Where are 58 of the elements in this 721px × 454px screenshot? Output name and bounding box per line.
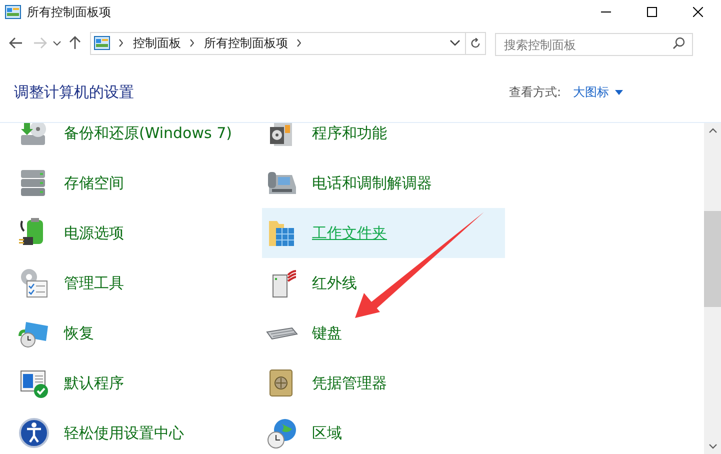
item-label: 工作文件夹 <box>312 222 387 244</box>
accessibility-icon <box>18 417 50 449</box>
keyboard-icon <box>266 326 298 340</box>
item-label: 凭据管理器 <box>312 372 387 394</box>
item-label: 电源选项 <box>64 222 124 244</box>
scroll-up-icon[interactable] <box>708 128 716 133</box>
control-panel-item[interactable]: 红外线 <box>262 258 505 308</box>
address-bar[interactable]: 控制面板 所有控制面板项 <box>90 32 486 54</box>
gear-checklist-icon <box>18 267 50 299</box>
control-panel-icon <box>5 5 21 19</box>
scroll-down-icon[interactable] <box>708 444 716 449</box>
search-field[interactable]: 搜索控制面板 <box>495 33 693 56</box>
control-panel-item[interactable]: 电源选项 <box>14 208 262 258</box>
control-panel-item[interactable]: 默认程序 <box>14 358 262 408</box>
control-panel-item[interactable]: 程序和功能 <box>262 123 505 158</box>
item-label: 区域 <box>312 422 342 444</box>
item-label: 电话和调制解调器 <box>312 172 432 194</box>
item-label: 恢复 <box>64 322 94 344</box>
item-label: 轻松使用设置中心 <box>64 422 184 444</box>
forward-arrow-icon <box>33 37 47 49</box>
view-by-label: 查看方式: <box>508 84 561 101</box>
page-heading: 调整计算机的设置 <box>14 82 134 103</box>
item-label: 备份和还原(Windows 7) <box>64 123 232 144</box>
dropdown-arrow-icon <box>615 90 623 94</box>
chevron-right-icon <box>190 39 194 47</box>
control-panel-item[interactable]: 电话和调制解调器 <box>262 158 505 208</box>
control-panel-item[interactable]: 键盘 <box>262 308 505 358</box>
control-panel-item[interactable]: 区域 <box>262 408 505 454</box>
close-icon <box>693 7 703 17</box>
item-label: 键盘 <box>312 322 342 344</box>
chevron-right-icon <box>297 39 301 47</box>
control-panel-item[interactable]: 凭据管理器 <box>262 358 505 408</box>
item-label: 存储空间 <box>64 172 124 194</box>
control-panel-icon <box>94 36 110 50</box>
chevron-down-icon[interactable] <box>450 40 460 46</box>
up-arrow-icon <box>69 36 81 50</box>
control-panel-item[interactable]: 管理工具 <box>14 258 262 308</box>
breadcrumb[interactable]: 所有控制面板项 <box>204 34 288 52</box>
item-label: 管理工具 <box>64 272 124 294</box>
control-panel-item[interactable]: 备份和还原(Windows 7) <box>14 123 262 158</box>
globe-clock-icon <box>266 417 298 449</box>
control-panel-item[interactable]: 恢复 <box>14 308 262 358</box>
item-label: 默认程序 <box>64 372 124 394</box>
scrollbar[interactable] <box>704 123 721 454</box>
view-by-dropdown[interactable]: 大图标 <box>573 83 623 101</box>
chevron-down-icon <box>53 40 61 46</box>
breadcrumb[interactable]: 控制面板 <box>133 34 181 52</box>
control-panel-item[interactable]: 轻松使用设置中心 <box>14 408 262 454</box>
control-panel-item[interactable]: 存储空间 <box>14 158 262 208</box>
refresh-icon <box>470 38 481 48</box>
back-arrow-icon <box>9 37 23 49</box>
chevron-right-icon <box>119 39 123 47</box>
item-label: 红外线 <box>312 272 357 294</box>
scrollbar-thumb[interactable] <box>704 211 721 307</box>
window-title: 所有控制面板项 <box>27 4 111 21</box>
search-icon <box>673 36 685 48</box>
item-label: 程序和功能 <box>312 123 387 144</box>
maximize-icon <box>647 7 657 17</box>
